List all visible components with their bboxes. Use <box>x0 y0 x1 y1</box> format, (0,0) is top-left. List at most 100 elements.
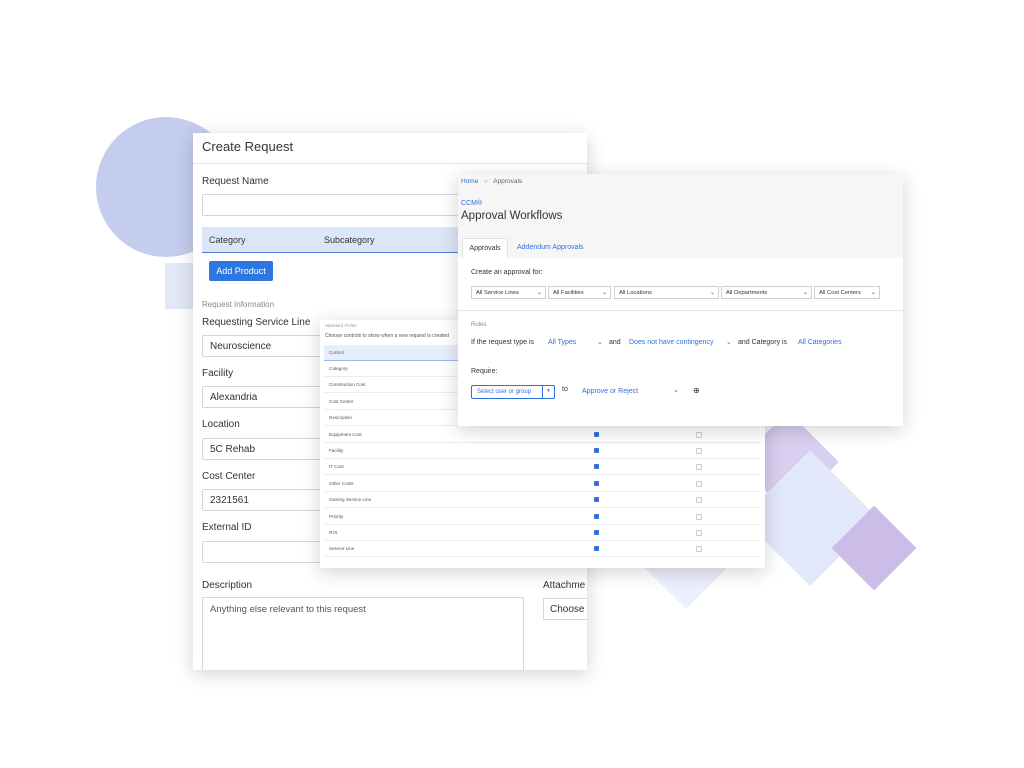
chevron-down-icon: ⌄ <box>601 290 607 296</box>
section-label: Request Information <box>202 300 275 309</box>
row-field-name: Description <box>329 415 352 421</box>
attachments-label: Attachme <box>543 580 586 591</box>
rule-type-select[interactable]: All Types <box>548 339 576 346</box>
request-name-label: Request Name <box>202 176 269 187</box>
filter-departments-label: All Departments <box>726 290 768 296</box>
required-checkbox[interactable] <box>696 464 702 471</box>
show-checkbox[interactable] <box>594 497 599 503</box>
row-field-name: Facility <box>329 448 344 453</box>
table-row: Equipment Cost <box>324 427 760 443</box>
row-field-name: Category <box>329 366 348 371</box>
row-field-name: Equipment Cost <box>329 431 362 437</box>
show-checkbox[interactable] <box>594 530 599 535</box>
table-row: Service Line <box>324 541 760 558</box>
filter-cost-centers-label: All Cost Centers <box>819 290 861 296</box>
create-for-label: Create an approval for: <box>471 269 543 276</box>
table-row: IT Cost <box>324 459 760 476</box>
brand-link[interactable]: CCM® <box>461 200 482 207</box>
row-field-name: Construction Cost <box>329 382 366 388</box>
show-checkbox[interactable] <box>594 513 599 519</box>
chevron-down-icon: ⌄ <box>802 290 808 296</box>
standard-fields-title: Standard Fields <box>325 323 357 328</box>
standard-fields-subtitle: Choose controls to show when a new reque… <box>325 333 449 339</box>
row-field-name: Other Costs <box>329 480 354 486</box>
col-subcategory: Subcategory <box>324 235 375 245</box>
show-checkbox[interactable] <box>594 546 599 552</box>
rule-category-text: and Category is <box>738 339 788 346</box>
filter-facilities-label: All Facilities <box>553 290 584 296</box>
header-control: Control <box>329 350 344 355</box>
row-field-name: Owning Service Line <box>329 497 372 503</box>
required-checkbox[interactable] <box>696 480 702 487</box>
filter-locations-label: All Locations <box>619 290 652 296</box>
rules-label: Rules <box>471 322 487 328</box>
field-label-facility: Facility <box>202 368 234 379</box>
add-product-button[interactable]: Add Product <box>209 261 273 281</box>
tab-addendum-approvals[interactable]: Addendum Approvals <box>517 244 584 251</box>
chevron-down-icon: ⌄ <box>870 290 876 296</box>
filter-cost-centers[interactable]: All Cost Centers ⌄ <box>814 286 880 299</box>
row-field-name: Service Line <box>329 546 355 552</box>
section-divider <box>458 310 903 311</box>
table-row: ROI <box>324 525 760 541</box>
choose-file-button[interactable]: Choose <box>543 598 587 620</box>
breadcrumb-current: Approvals <box>493 178 523 185</box>
field-label-external-id: External ID <box>202 522 252 533</box>
required-checkbox[interactable] <box>696 497 702 504</box>
table-row: Facility <box>324 443 760 459</box>
rule-prefix: If the request type is <box>471 339 535 346</box>
select-user-or-group-label: Select user or group <box>477 389 532 395</box>
tab-approvals[interactable]: Approvals <box>462 238 508 258</box>
decor-band <box>165 263 195 309</box>
required-checkbox[interactable] <box>696 546 702 553</box>
approvals-title: Approval Workflows <box>461 210 563 222</box>
caret-down-icon[interactable]: ▾ <box>547 388 550 394</box>
col-category: Category <box>209 235 246 245</box>
chevron-down-icon[interactable]: ⌄ <box>673 386 679 394</box>
show-checkbox[interactable] <box>594 448 599 453</box>
filter-departments[interactable]: All Departments ⌄ <box>721 286 812 299</box>
require-label: Require: <box>471 368 498 375</box>
field-label-service-line: Requesting Service Line <box>202 317 311 328</box>
row-field-name: Cost Center <box>329 398 354 404</box>
rule-and: and <box>609 339 621 346</box>
table-row: Owning Service Line <box>324 492 760 509</box>
show-checkbox[interactable] <box>594 480 599 486</box>
show-checkbox[interactable] <box>594 431 599 437</box>
title-divider <box>193 163 587 164</box>
to-label: to <box>562 386 568 393</box>
select-divider <box>542 386 543 398</box>
chevron-down-icon[interactable]: ⌄ <box>597 338 603 346</box>
row-field-name: Priority <box>329 513 344 519</box>
breadcrumb-separator: » <box>484 178 488 185</box>
select-user-or-group[interactable]: Select user or group ▾ <box>471 385 555 399</box>
page-title: Create Request <box>202 139 294 154</box>
table-row: Priority <box>324 509 760 525</box>
chevron-down-icon[interactable]: ⌄ <box>726 338 732 346</box>
rule-contingency-select[interactable]: Does not have contingency <box>629 339 713 346</box>
show-checkbox[interactable] <box>594 464 599 470</box>
approval-action-select[interactable]: Approve or Reject <box>582 388 638 395</box>
field-label-location: Location <box>202 419 240 430</box>
row-field-name: ROI <box>329 530 338 535</box>
table-row: Other Costs <box>324 476 760 492</box>
chevron-down-icon: ⌄ <box>536 290 542 296</box>
filter-facilities[interactable]: All Facilities ⌄ <box>548 286 611 299</box>
rule-category-select[interactable]: All Categories <box>798 339 842 346</box>
required-checkbox[interactable] <box>696 448 702 454</box>
approval-workflows-panel: Home » Approvals CCM® Approval Workflows… <box>458 174 903 426</box>
chevron-down-icon: ⌄ <box>709 290 715 296</box>
required-checkbox[interactable] <box>696 530 702 536</box>
breadcrumb: Home » Approvals <box>461 178 522 185</box>
description-label: Description <box>202 580 253 591</box>
row-field-name: IT Cost <box>329 464 344 470</box>
filter-locations[interactable]: All Locations ⌄ <box>614 286 719 299</box>
field-label-cost-center: Cost Center <box>202 471 256 482</box>
breadcrumb-home[interactable]: Home <box>461 178 478 185</box>
add-circle-icon[interactable]: ⊕ <box>693 386 700 395</box>
filter-service-lines[interactable]: All Service Lines ⌄ <box>471 286 546 299</box>
filter-service-lines-label: All Service Lines <box>476 290 519 296</box>
required-checkbox[interactable] <box>696 431 702 438</box>
description-textarea[interactable]: Anything else relevant to this request <box>202 597 524 670</box>
required-checkbox[interactable] <box>696 513 702 520</box>
